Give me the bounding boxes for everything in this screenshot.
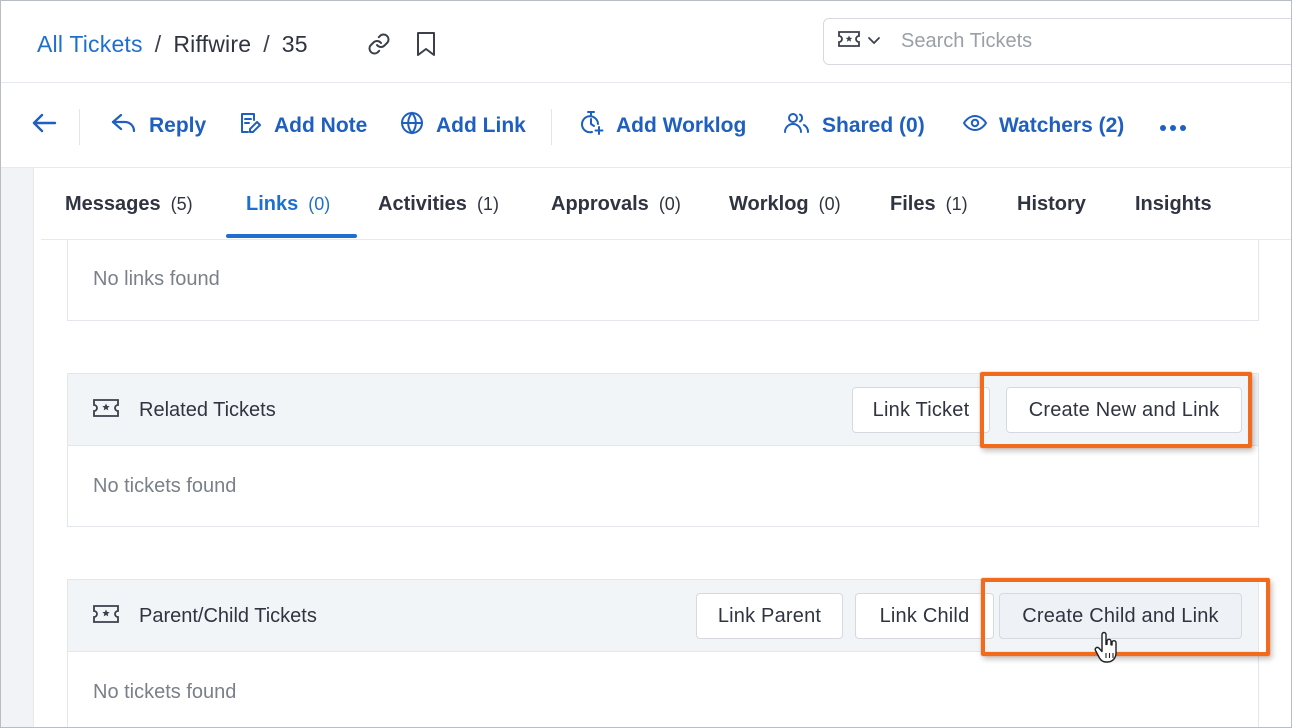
tab-insights[interactable]: Insights (1135, 168, 1212, 240)
reply-button[interactable]: Reply (111, 84, 206, 168)
related-tickets-empty-text: No tickets found (93, 475, 237, 497)
search-type-dropdown[interactable] (824, 19, 891, 64)
add-note-label: Add Note (274, 114, 368, 137)
tab-worklog[interactable]: Worklog (0) (729, 168, 841, 240)
watchers-label: Watchers (2) (999, 114, 1125, 137)
toolbar-divider (551, 109, 552, 145)
chevron-down-icon (867, 33, 881, 51)
ticket-tabs: Messages (5) Links (0) Activities (1) Appro… (41, 168, 1291, 240)
link-ticket-button[interactable]: Link Ticket (852, 387, 990, 433)
ticket-detail-window: All Tickets / Riffwire / 35 Search Ticke… (0, 0, 1292, 728)
tab-count: (0) (658, 193, 681, 214)
tab-label: Messages (65, 192, 161, 215)
tab-count: (1) (945, 193, 968, 214)
link-parent-button[interactable]: Link Parent (696, 593, 843, 639)
create-child-and-link-button[interactable]: Create Child and Link (999, 593, 1242, 639)
more-actions-button[interactable] (1159, 84, 1187, 168)
ticket-icon (92, 604, 120, 629)
ticket-icon (837, 30, 861, 53)
tab-count: (0) (308, 193, 331, 214)
active-tab-indicator (226, 234, 357, 238)
arrow-left-icon (31, 112, 57, 140)
tab-label: Approvals (551, 192, 649, 215)
add-worklog-label: Add Worklog (616, 114, 747, 137)
tab-label: Worklog (729, 192, 809, 215)
breadcrumb-separator: / (263, 31, 270, 57)
add-worklog-button[interactable]: Add Worklog (578, 84, 746, 168)
reply-icon (111, 112, 137, 140)
add-link-button[interactable]: Add Link (400, 84, 526, 168)
breadcrumb: All Tickets / Riffwire / 35 (37, 31, 308, 58)
tab-label: Insights (1135, 192, 1212, 215)
toolbar-divider (79, 109, 80, 145)
related-tickets-title: Related Tickets (139, 398, 276, 421)
note-edit-icon (238, 111, 262, 141)
back-button[interactable] (31, 84, 57, 168)
copy-link-icon[interactable] (367, 32, 391, 56)
search-input[interactable] (901, 30, 1281, 53)
breadcrumb-project: Riffwire (173, 31, 252, 57)
breadcrumb-ticket-id: 35 (281, 31, 308, 57)
links-panel: No links found (67, 240, 1259, 321)
hand-cursor-icon (1094, 631, 1120, 670)
more-horizontal-icon (1159, 114, 1187, 138)
add-note-button[interactable]: Add Note (238, 84, 367, 168)
tab-history[interactable]: History (1017, 168, 1086, 240)
tab-count: (0) (818, 193, 841, 214)
breadcrumb-all-tickets-link[interactable]: All Tickets (37, 31, 143, 58)
tab-approvals[interactable]: Approvals (0) (551, 168, 681, 240)
users-icon (784, 111, 810, 141)
tab-count: (5) (170, 193, 193, 214)
timer-add-icon (578, 110, 604, 142)
tab-count: (1) (476, 193, 499, 214)
parent-child-tickets-header: Parent/Child Tickets Link Parent Link Ch… (68, 580, 1258, 652)
tab-activities[interactable]: Activities (1) (378, 168, 499, 240)
add-link-label: Add Link (436, 114, 526, 137)
parent-child-empty-text: No tickets found (93, 681, 237, 703)
related-tickets-header: Related Tickets Link Ticket Create New a… (68, 374, 1258, 446)
parent-child-tickets-title: Parent/Child Tickets (139, 604, 317, 627)
watchers-button[interactable]: Watchers (2) (962, 84, 1125, 168)
bookmark-icon[interactable] (415, 31, 439, 56)
left-rail (1, 168, 34, 727)
breadcrumb-separator: / (154, 31, 162, 57)
tab-label: Activities (378, 192, 467, 215)
tab-label: Files (890, 192, 936, 215)
create-new-and-link-button[interactable]: Create New and Link (1006, 387, 1242, 433)
tab-files[interactable]: Files (1) (890, 168, 968, 240)
shared-button[interactable]: Shared (0) (784, 84, 925, 168)
search-box[interactable] (823, 18, 1291, 65)
reply-label: Reply (149, 114, 207, 137)
link-child-button[interactable]: Link Child (855, 593, 994, 639)
related-tickets-panel: Related Tickets Link Ticket Create New a… (67, 373, 1259, 527)
shared-label: Shared (0) (822, 114, 925, 137)
page-header: All Tickets / Riffwire / 35 (1, 1, 1291, 83)
tab-label: Links (246, 192, 299, 215)
globe-icon (400, 111, 424, 141)
links-empty-text: No links found (93, 268, 220, 290)
parent-child-tickets-panel: Parent/Child Tickets Link Parent Link Ch… (67, 579, 1259, 727)
tab-links[interactable]: Links (0) (246, 168, 330, 240)
action-toolbar: Reply Add Note Add Link Add Worklog Shar… (1, 84, 1291, 168)
ticket-icon (92, 398, 120, 423)
tab-messages[interactable]: Messages (5) (65, 168, 193, 240)
tab-label: History (1017, 192, 1086, 215)
eye-icon (962, 114, 988, 138)
